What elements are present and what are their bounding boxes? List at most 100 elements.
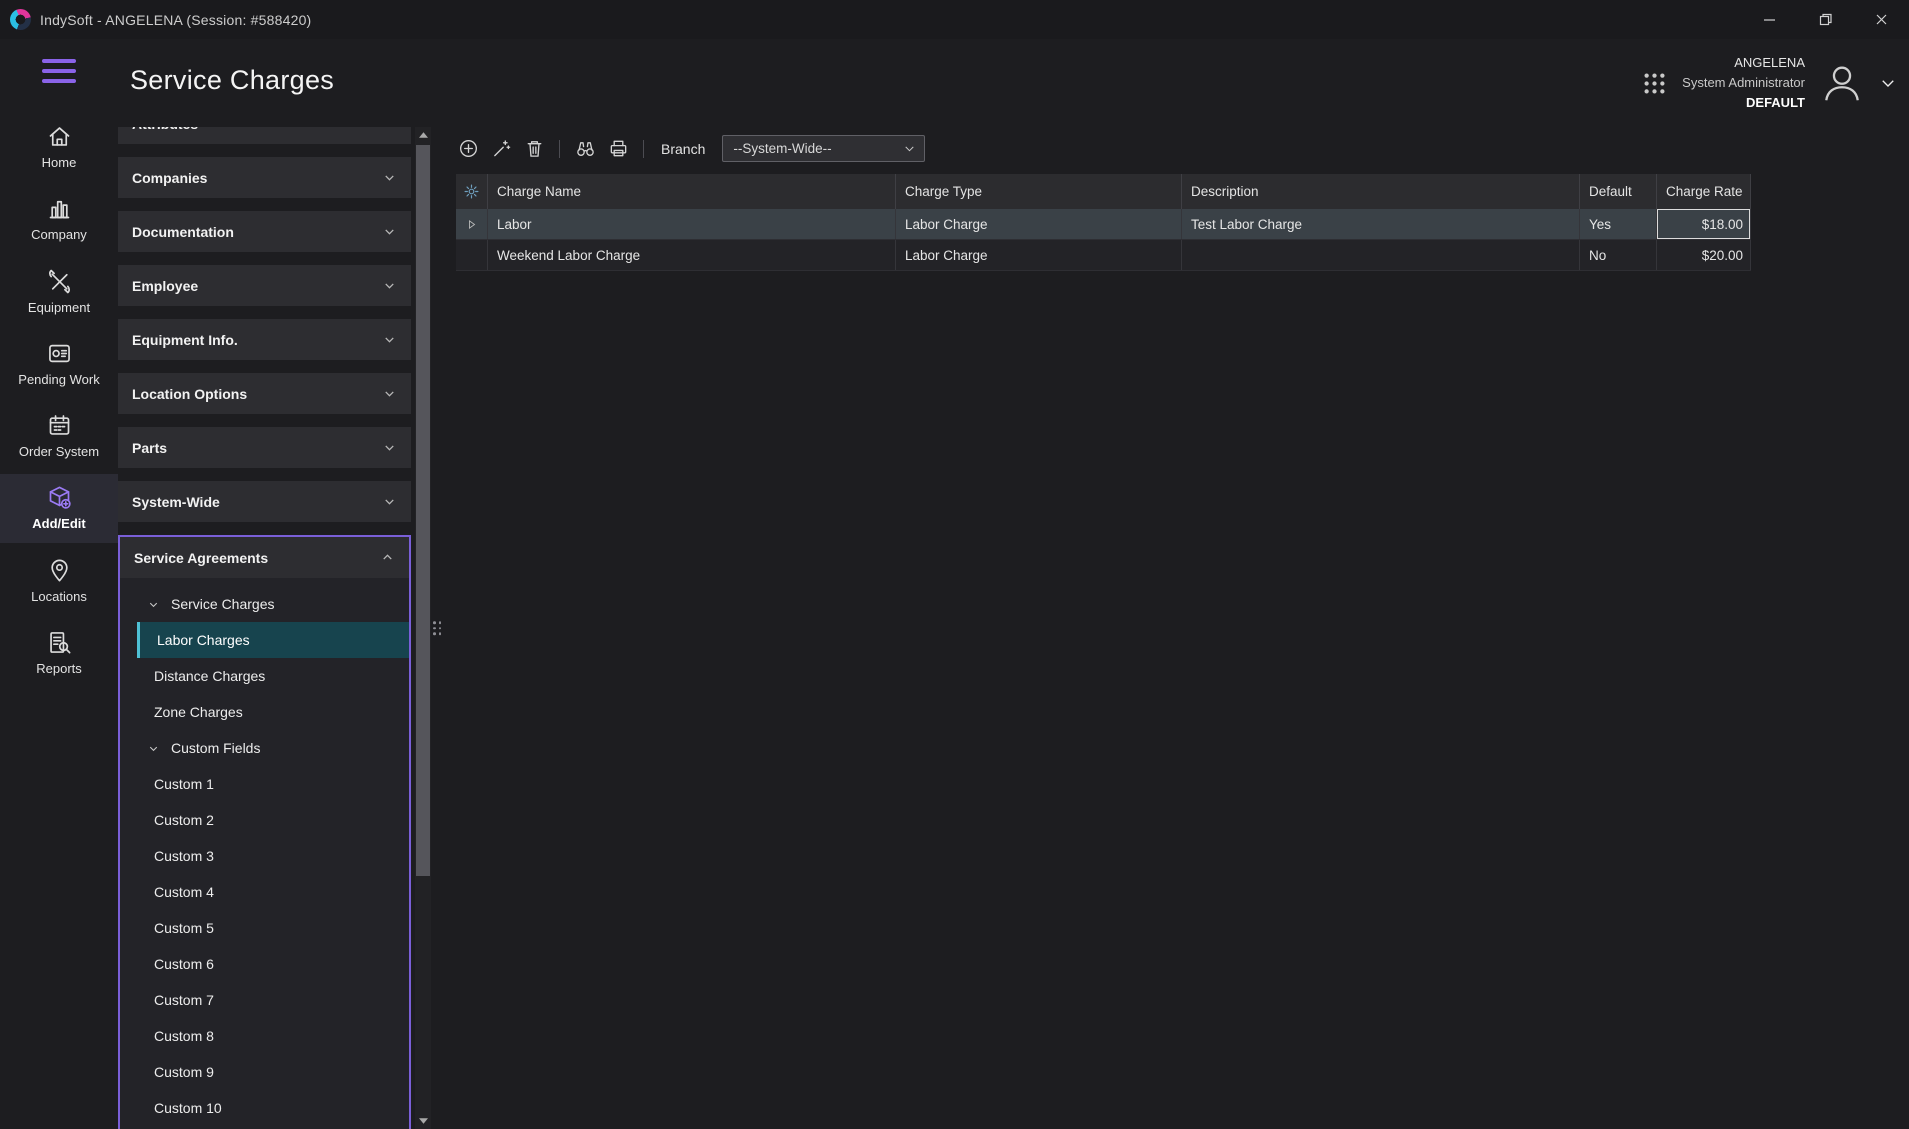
rail-item-add-edit[interactable]: Add/Edit xyxy=(0,474,118,542)
tree-group-service-charges[interactable]: Service Charges xyxy=(137,586,409,622)
tree-item-distance-charges[interactable]: Distance Charges xyxy=(137,658,409,694)
rail-item-equipment[interactable]: Equipment xyxy=(0,258,118,326)
nav-section-documentation[interactable]: Documentation xyxy=(118,211,411,252)
grid-cell-charge-type[interactable]: Labor Charge xyxy=(896,209,1182,239)
tree-item-custom-2[interactable]: Custom 2 xyxy=(137,802,409,838)
apps-grid-icon[interactable] xyxy=(1641,70,1668,97)
chevron-down-icon xyxy=(382,278,397,293)
column-header-default[interactable]: Default xyxy=(1580,174,1657,209)
window-controls xyxy=(1741,0,1909,39)
tree-item-label: Distance Charges xyxy=(154,668,265,684)
tree-group-custom-fields[interactable]: Custom Fields xyxy=(137,730,409,766)
grid-toolbar: Branch --System-Wide-- xyxy=(456,135,1909,162)
nav-section-location-options[interactable]: Location Options xyxy=(118,373,411,414)
grid-cell-charge-type[interactable]: Labor Charge xyxy=(896,240,1182,270)
titlebar: IndySoft - ANGELENA (Session: #588420) xyxy=(0,0,1909,39)
column-header-description[interactable]: Description xyxy=(1182,174,1580,209)
nav-panel: Attributes Companies Documentation xyxy=(118,127,411,1129)
branch-dropdown-value: --System-Wide-- xyxy=(733,141,831,156)
tree-item-labor-charges[interactable]: Labor Charges xyxy=(137,622,409,658)
rail-item-label: Add/Edit xyxy=(32,517,85,531)
user-area: ANGELENA System Administrator DEFAULT xyxy=(1641,53,1897,113)
restore-icon xyxy=(1819,13,1832,26)
minimize-button[interactable] xyxy=(1741,0,1797,39)
nav-section-parts[interactable]: Parts xyxy=(118,427,411,468)
tree-item-custom-9[interactable]: Custom 9 xyxy=(137,1054,409,1090)
tree-item-label: Custom 5 xyxy=(154,920,214,936)
print-button[interactable] xyxy=(606,137,630,161)
nav-scrollbar-thumb[interactable] xyxy=(416,145,430,876)
tree-item-custom-1[interactable]: Custom 1 xyxy=(137,766,409,802)
grid-cell-description[interactable]: Test Labor Charge xyxy=(1182,209,1580,239)
tree-item-custom-3[interactable]: Custom 3 xyxy=(137,838,409,874)
row-expander[interactable] xyxy=(456,240,488,270)
chevron-down-icon xyxy=(147,598,160,611)
rail-item-locations[interactable]: Locations xyxy=(0,547,118,615)
nav-section-companies[interactable]: Companies xyxy=(118,157,411,198)
tree-item-custom-4[interactable]: Custom 4 xyxy=(137,874,409,910)
grid-row-weekend-labor[interactable]: Weekend Labor Charge Labor Charge No $20… xyxy=(456,240,1751,271)
edit-wand-button[interactable] xyxy=(489,137,513,161)
column-chooser-button[interactable] xyxy=(456,174,488,209)
tree-item-custom-6[interactable]: Custom 6 xyxy=(137,946,409,982)
add-button[interactable] xyxy=(456,137,480,161)
scroll-down-button[interactable] xyxy=(415,1113,431,1129)
add-circle-icon xyxy=(458,138,479,159)
panel-splitter-grip[interactable] xyxy=(433,621,441,635)
rail-item-company[interactable]: Company xyxy=(0,185,118,253)
tree-item-zone-charges[interactable]: Zone Charges xyxy=(137,694,409,730)
column-header-charge-type[interactable]: Charge Type xyxy=(896,174,1182,209)
toolbar-separator xyxy=(643,140,644,158)
nav-section-employee[interactable]: Employee xyxy=(118,265,411,306)
nav-section-system-wide[interactable]: System-Wide xyxy=(118,481,411,522)
grid-cell-description[interactable] xyxy=(1182,240,1580,270)
user-avatar-icon[interactable] xyxy=(1819,60,1865,106)
nav-section-service-agreements[interactable]: Service Agreements xyxy=(120,537,409,578)
tree-item-label: Service Charges xyxy=(171,596,275,612)
grid-row-labor[interactable]: Labor Labor Charge Test Labor Charge Yes… xyxy=(456,209,1751,240)
scroll-up-button[interactable] xyxy=(415,127,431,143)
nav-section-attributes[interactable]: Attributes xyxy=(118,127,411,144)
window-title: IndySoft - ANGELENA (Session: #588420) xyxy=(40,12,311,28)
calendar-icon xyxy=(46,412,73,439)
branch-dropdown[interactable]: --System-Wide-- xyxy=(722,135,925,162)
rail-item-order-system[interactable]: Order System xyxy=(0,402,118,470)
delete-button[interactable] xyxy=(522,137,546,161)
menu-icon[interactable] xyxy=(42,59,76,83)
close-button[interactable] xyxy=(1853,0,1909,39)
row-expander[interactable] xyxy=(456,209,488,239)
tree-item-custom-8[interactable]: Custom 8 xyxy=(137,1018,409,1054)
tree-item-label: Custom 3 xyxy=(154,848,214,864)
tree-item-custom-5[interactable]: Custom 5 xyxy=(137,910,409,946)
column-header-charge-name[interactable]: Charge Name xyxy=(488,174,896,209)
page-title: Service Charges xyxy=(130,65,334,96)
tree-item-custom-10[interactable]: Custom 10 xyxy=(137,1090,409,1126)
restore-button[interactable] xyxy=(1797,0,1853,39)
rail-item-home[interactable]: Home xyxy=(0,113,118,181)
tree-item-custom-7[interactable]: Custom 7 xyxy=(137,982,409,1018)
binoculars-icon xyxy=(575,138,596,159)
find-button[interactable] xyxy=(573,137,597,161)
rail-item-label: Home xyxy=(42,156,77,170)
grid-cell-charge-name[interactable]: Weekend Labor Charge xyxy=(488,240,896,270)
tree-item-label: Labor Charges xyxy=(157,632,250,648)
chevron-down-icon xyxy=(382,386,397,401)
grid-cell-charge-rate[interactable]: $18.00 xyxy=(1657,209,1751,239)
page-header: Service Charges ANGELENA System Administ… xyxy=(118,39,1909,127)
nav-section-equipment-info[interactable]: Equipment Info. xyxy=(118,319,411,360)
nav-section-label: Service Agreements xyxy=(134,550,268,566)
column-header-charge-rate[interactable]: Charge Rate xyxy=(1657,174,1751,209)
grid-cell-charge-rate[interactable]: $20.00 xyxy=(1657,240,1751,270)
grid-cell-charge-name[interactable]: Labor xyxy=(488,209,896,239)
minimize-icon xyxy=(1763,13,1776,26)
tree-item-label: Custom 8 xyxy=(154,1028,214,1044)
rail-item-pending-work[interactable]: Pending Work xyxy=(0,330,118,398)
rail-item-label: Pending Work xyxy=(18,373,99,387)
rail-item-label: Locations xyxy=(31,590,87,604)
grid-cell-default[interactable]: Yes xyxy=(1580,209,1657,239)
nav-scrollbar[interactable] xyxy=(415,127,431,1129)
arrow-down-icon xyxy=(419,1118,428,1124)
user-menu-chevron-icon[interactable] xyxy=(1879,74,1897,92)
rail-item-reports[interactable]: Reports xyxy=(0,619,118,687)
grid-cell-default[interactable]: No xyxy=(1580,240,1657,270)
